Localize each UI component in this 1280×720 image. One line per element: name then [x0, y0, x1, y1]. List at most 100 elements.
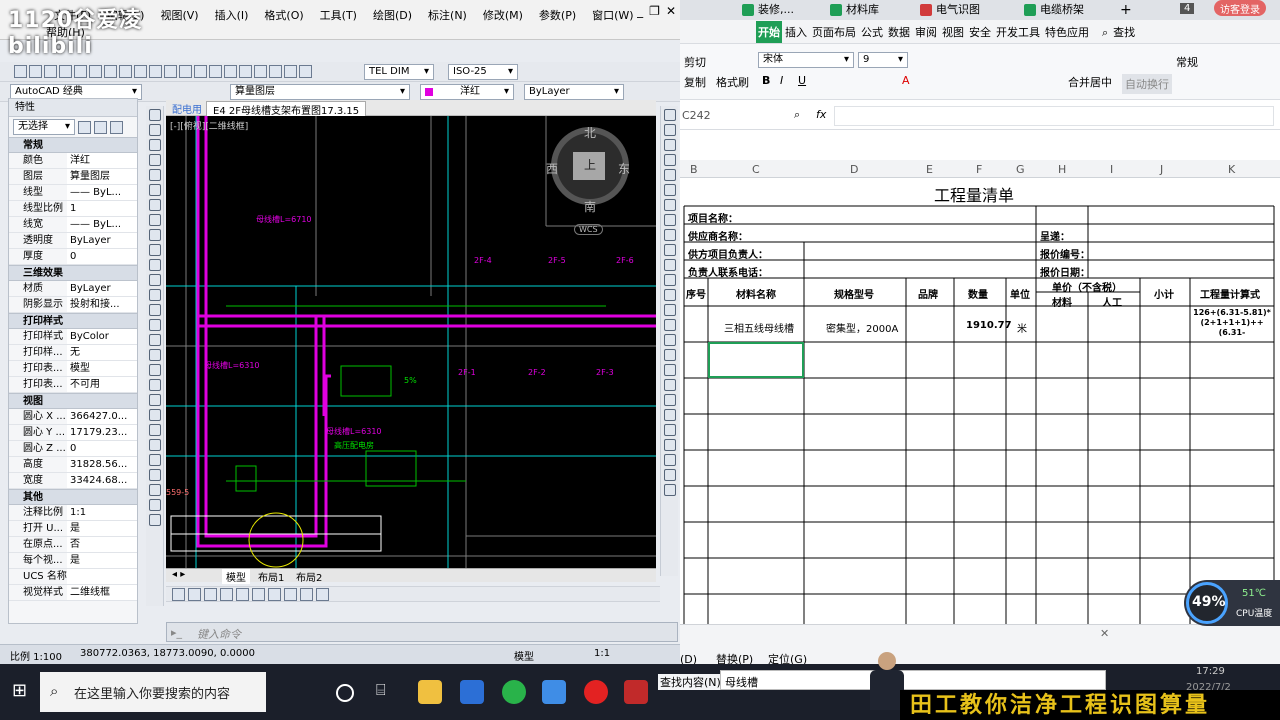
modify-tool-icon[interactable]: [663, 334, 676, 346]
ribbon-search[interactable]: ⌕ 查找: [1098, 21, 1140, 43]
draw-tool-icon[interactable]: [148, 229, 161, 241]
viewcube-south[interactable]: 南: [584, 198, 596, 215]
row1-formula[interactable]: 126+(6.31-5.81)*(2+1+1+1)++(6.31-: [1192, 308, 1272, 338]
prop-group-header[interactable]: 常规: [9, 137, 137, 153]
format-painter-button[interactable]: 格式刷: [716, 74, 749, 90]
prop-row[interactable]: 线宽 —— ByL...: [9, 217, 137, 233]
ribbon-tab-view[interactable]: 视图: [940, 21, 966, 43]
paste-icon[interactable]: [134, 65, 147, 78]
pan-icon[interactable]: [194, 65, 207, 78]
menu-format[interactable]: 格式(O): [256, 3, 311, 27]
row1-unit[interactable]: 米: [1017, 320, 1027, 335]
prop-value[interactable]: ByLayer: [67, 233, 137, 248]
prop-row[interactable]: 圆心 X ... 366427.0...: [9, 409, 137, 425]
draw-tool-icon[interactable]: [148, 184, 161, 196]
row1-spec[interactable]: 密集型，2000A: [826, 320, 898, 335]
col-b[interactable]: B: [690, 163, 698, 176]
prop-value[interactable]: 不可用: [67, 377, 137, 392]
prop-value[interactable]: 否: [67, 537, 137, 552]
tab-count-badge[interactable]: 4: [1180, 3, 1195, 14]
close-icon[interactable]: ✕: [1100, 627, 1109, 640]
italic-icon[interactable]: I: [780, 74, 783, 87]
tool-icon-2[interactable]: [188, 587, 201, 601]
zoom-magnifier-icon[interactable]: ⌕: [794, 108, 800, 122]
ribbon-tab-insert[interactable]: 插入: [783, 21, 809, 43]
taskbar-search-input[interactable]: 在这里输入你要搜索的内容: [74, 683, 230, 702]
goto-tab[interactable]: 定位(G): [768, 651, 807, 664]
command-line[interactable]: ▸_ 键入命令: [166, 622, 678, 642]
prop-value[interactable]: 1:1: [67, 505, 137, 520]
ribbon-tab-data[interactable]: 数据: [886, 21, 912, 43]
properties-icon[interactable]: [254, 65, 267, 78]
name-box[interactable]: C242: [680, 109, 756, 122]
prop-row[interactable]: 打印样式 ByColor: [9, 329, 137, 345]
draw-tool-icon[interactable]: [148, 424, 161, 436]
doc-tab-1[interactable]: 配电用: [172, 101, 202, 116]
prop-group-header[interactable]: 其他: [9, 489, 137, 505]
modify-tool-icon[interactable]: [663, 169, 676, 181]
menu-dimension[interactable]: 标注(N): [420, 3, 475, 27]
tool-icon-8[interactable]: [284, 587, 297, 601]
toggle-pickadd-icon[interactable]: [78, 120, 91, 134]
cut-button[interactable]: 剪切: [684, 54, 706, 70]
draw-tool-icon[interactable]: [148, 349, 161, 361]
font-color-icon[interactable]: A: [902, 74, 910, 87]
prop-value[interactable]: —— ByL...: [67, 217, 137, 232]
col-f[interactable]: F: [976, 163, 982, 176]
menu-tools[interactable]: 工具(T): [312, 3, 365, 27]
ribbon-tab-special[interactable]: 特色应用: [1043, 21, 1091, 43]
draw-tool-icon[interactable]: [148, 484, 161, 496]
prop-row[interactable]: 高度 31828.56...: [9, 457, 137, 473]
prop-value[interactable]: 366427.0...: [67, 409, 137, 424]
undo-icon[interactable]: [164, 65, 177, 78]
wrap-text-button[interactable]: 自动换行: [1122, 74, 1172, 94]
modify-tool-icon[interactable]: [663, 484, 676, 496]
modify-tool-icon[interactable]: [663, 214, 676, 226]
draw-tool-icon[interactable]: [148, 319, 161, 331]
prop-value[interactable]: 是: [67, 553, 137, 568]
draw-tool-icon[interactable]: [148, 109, 161, 121]
viewcube-north[interactable]: 北: [584, 124, 596, 141]
tool-icon-4[interactable]: [220, 587, 233, 601]
open-icon[interactable]: [29, 65, 42, 78]
prop-value[interactable]: —— ByL...: [67, 185, 137, 200]
restore-icon[interactable]: ❐: [649, 4, 660, 18]
col-e[interactable]: E: [926, 163, 933, 176]
prop-value[interactable]: ByColor: [67, 329, 137, 344]
draw-tool-icon[interactable]: [148, 214, 161, 226]
modify-tool-icon[interactable]: [663, 394, 676, 406]
draw-tool-icon[interactable]: [148, 169, 161, 181]
modify-tool-icon[interactable]: [663, 304, 676, 316]
wps-icon[interactable]: [542, 680, 566, 704]
draw-tool-icon[interactable]: [148, 409, 161, 421]
col-k[interactable]: K: [1228, 163, 1235, 176]
fx-icon[interactable]: fx: [816, 108, 826, 121]
tab-model[interactable]: 模型: [222, 569, 250, 584]
modify-tool-icon[interactable]: [663, 199, 676, 211]
tool-icon-7[interactable]: [268, 587, 281, 601]
model-space-toggle[interactable]: 模型: [514, 648, 534, 663]
prop-row[interactable]: 图层 算量图层: [9, 169, 137, 185]
draw-tool-icon[interactable]: [148, 334, 161, 346]
draw-tool-icon[interactable]: [148, 469, 161, 481]
number-format-select[interactable]: 常规: [1176, 54, 1198, 70]
col-c[interactable]: C: [752, 163, 760, 176]
modify-tool-icon[interactable]: [663, 289, 676, 301]
taskbar-search[interactable]: ⌕ 在这里输入你要搜索的内容: [40, 672, 266, 712]
modify-tool-icon[interactable]: [663, 409, 676, 421]
merge-center-button[interactable]: 合并居中: [1068, 74, 1112, 90]
zoom-window-icon[interactable]: [224, 65, 237, 78]
tool-icon-9[interactable]: [300, 587, 313, 601]
cut-icon[interactable]: [104, 65, 117, 78]
find-tab[interactable]: 查找(D): [680, 651, 697, 664]
record-icon[interactable]: [584, 680, 608, 704]
draw-tool-icon[interactable]: [148, 364, 161, 376]
ribbon-tab-formula[interactable]: 公式: [859, 21, 885, 43]
prop-row[interactable]: 透明度 ByLayer: [9, 233, 137, 249]
ribbon-tab-layout[interactable]: 页面布局: [810, 21, 858, 43]
file-explorer-icon[interactable]: [418, 680, 442, 704]
prop-row[interactable]: 厚度 0: [9, 249, 137, 265]
close-icon[interactable]: ✕: [666, 4, 676, 18]
calc-icon[interactable]: [299, 65, 312, 78]
draw-tool-icon[interactable]: [148, 499, 161, 511]
